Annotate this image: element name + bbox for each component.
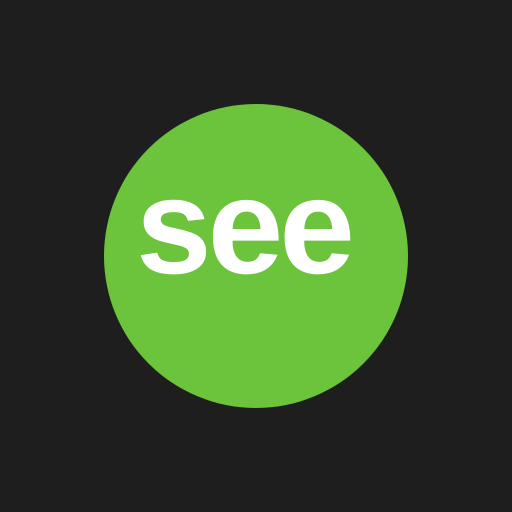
logo-circle: see	[104, 104, 408, 408]
logo-text: see	[136, 150, 355, 302]
app-icon-canvas: see	[0, 0, 512, 512]
